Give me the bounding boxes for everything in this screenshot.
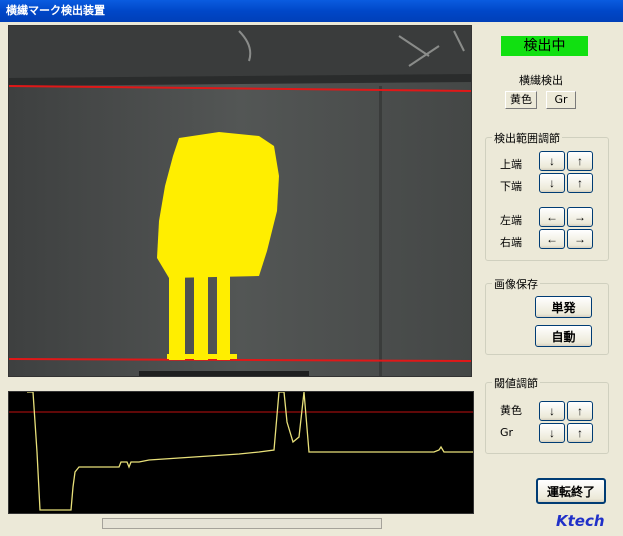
mode-yellow: 黄色 xyxy=(505,91,537,109)
signal-trace xyxy=(27,392,473,511)
detection-title: 横繊検出 xyxy=(519,74,563,87)
top-edge-up-button[interactable]: ↑ xyxy=(567,151,593,171)
bottom-edge-up-button[interactable]: ↑ xyxy=(567,173,593,193)
top-edge-label: 上端 xyxy=(500,158,522,171)
right-edge-label: 右端 xyxy=(500,236,522,249)
right-edge-right-button[interactable]: → xyxy=(567,229,593,249)
top-edge-down-button[interactable]: ↓ xyxy=(539,151,565,171)
camera-view xyxy=(8,25,472,377)
threshold-yellow-up-button[interactable]: ↑ xyxy=(567,401,593,421)
threshold-gr-up-button[interactable]: ↑ xyxy=(567,423,593,443)
status-text: 検出中 xyxy=(523,38,566,54)
threshold-yellow-label: 黄色 xyxy=(500,404,522,417)
signal-plot xyxy=(8,391,474,514)
left-edge-left-button[interactable]: ← xyxy=(539,207,565,227)
single-save-button[interactable]: 単発 xyxy=(535,296,592,318)
bottom-edge-label: 下端 xyxy=(500,180,522,193)
left-edge-right-button[interactable]: → xyxy=(567,207,593,227)
mode-gr: Gr xyxy=(546,91,576,109)
threshold-yellow-down-button[interactable]: ↓ xyxy=(539,401,565,421)
exit-button[interactable]: 運転終了 xyxy=(536,478,606,504)
range-adjust-title: 検出範囲調節 xyxy=(492,130,562,146)
threshold-gr-label: Gr xyxy=(500,426,514,439)
threshold-title: 閾値調節 xyxy=(492,375,540,391)
right-edge-left-button[interactable]: ← xyxy=(539,229,565,249)
bottom-edge-down-button[interactable]: ↓ xyxy=(539,173,565,193)
brand-logo: Ktech xyxy=(556,512,605,530)
status-indicator: 検出中 xyxy=(501,36,588,56)
title-bar: 横繊マーク検出装置 xyxy=(0,0,623,22)
camera-image xyxy=(9,26,471,376)
horizontal-scrollbar[interactable] xyxy=(102,518,382,529)
image-save-title: 画像保存 xyxy=(492,276,540,292)
window-title: 横繊マーク検出装置 xyxy=(6,4,105,17)
auto-save-button[interactable]: 自動 xyxy=(535,325,592,347)
left-edge-label: 左端 xyxy=(500,214,522,227)
threshold-gr-down-button[interactable]: ↓ xyxy=(539,423,565,443)
